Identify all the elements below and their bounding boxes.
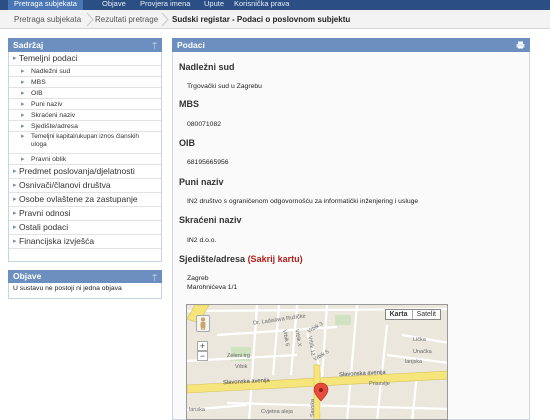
location-map[interactable]: + − Karta Satelit Dr. Ladislava Ružičke … <box>186 304 448 420</box>
arrow-right-icon: ▸ <box>13 224 17 231</box>
map-label: lanjska <box>405 359 423 365</box>
sidebar-item-label: Predmet poslovanja/djelatnosti <box>19 166 135 176</box>
arrow-right-icon: ▸ <box>21 68 25 75</box>
map-label: lanska <box>189 407 205 413</box>
sidebar-item-label: Skraćeni naziv <box>31 112 76 119</box>
sjediste-label-text: Sjedište/adresa <box>179 254 246 264</box>
sidebar-subitem-sjediste[interactable]: ▸ Sjedište/adresa <box>9 121 161 132</box>
arrow-right-icon: ▸ <box>13 196 17 203</box>
tab-korisnicka-prava[interactable]: Korisnička prava <box>228 0 295 10</box>
sidebar-item-financijska-izvjesca[interactable]: ▸ Financijska izvješća <box>9 235 161 249</box>
sidebar-subitem-nadlezni-sud[interactable]: ▸ Nadležni sud <box>9 66 161 77</box>
street-view-pegman-icon[interactable] <box>196 315 210 332</box>
field-label-mbs: MBS <box>179 99 199 109</box>
sidebar-item-label: Puni naziv <box>31 101 63 108</box>
arrow-right-icon: ▸ <box>21 79 25 86</box>
map-label: Unačka <box>413 349 432 355</box>
map-type-map-button[interactable]: Karta <box>385 310 413 319</box>
sidebar-item-label: Temeljni podaci <box>19 53 78 63</box>
field-value-oib: 68195665956 <box>187 159 229 166</box>
map-type-control: Karta Satelit <box>384 309 441 320</box>
breadcrumb-current: Sudski registar - Podaci o poslovnom sub… <box>172 15 351 24</box>
address-city: Zagreb <box>187 275 209 282</box>
sidebar-item-temeljni-podaci[interactable]: ▸ Temeljni podaci <box>9 52 161 66</box>
sidebar-title: Sadržaj <box>13 40 44 50</box>
map-label: Cvjetna aleja <box>261 409 293 415</box>
objave-panel: U sustavu ne postoji ni jedna objava <box>8 283 162 299</box>
arrow-right-icon: ▸ <box>21 112 25 119</box>
field-value-nadlezni-sud: Trgovački sud u Zagrebu <box>187 83 262 90</box>
sidebar-item-label: Osnivači/članovi društva <box>19 180 111 190</box>
arrow-right-icon: ▸ <box>13 210 17 217</box>
arrow-right-icon: ▸ <box>13 182 17 189</box>
field-value-skraceni-naziv: IN2 d.o.o. <box>187 237 217 244</box>
field-label-nadlezni-sud: Nadležni sud <box>179 62 235 72</box>
breadcrumb-item-pretraga[interactable]: Pretraga subjekata <box>14 10 81 29</box>
sidebar-contents: ▸ Temeljni podaci ▸ Nadležni sud ▸ MBS ▸ OIB… <box>8 52 162 262</box>
sidebar-item-label: Pravni odnosi <box>19 208 71 218</box>
sidebar-header: Sadržaj ⍑ <box>8 38 162 52</box>
address-street: Marohnićeva 1/1 <box>187 284 238 291</box>
sidebar-item-label: Temeljni kapital/ukupan iznos članskih u… <box>31 133 139 148</box>
map-label: Lička <box>413 337 426 343</box>
arrow-right-icon: ▸ <box>21 123 25 130</box>
field-label-oib: OIB <box>179 138 196 148</box>
sidebar-subitem-temeljni-kapital[interactable]: ▸ Temeljni kapital/ukupan iznos članskih … <box>9 132 161 154</box>
objave-header: Objave ⍑ <box>8 270 162 283</box>
map-label: Prisavlje <box>369 381 390 387</box>
arrow-right-icon: ▸ <box>21 156 25 163</box>
map-label: Vrbik <box>235 364 248 370</box>
field-label-skraceni-naziv: Skraćeni naziv <box>179 215 242 225</box>
field-label-sjediste: Sjedište/adresa (Sakrij kartu) <box>179 254 303 264</box>
sidebar-subitem-skraceni-naziv[interactable]: ▸ Skraćeni naziv <box>9 110 161 121</box>
hide-map-link[interactable]: (Sakrij kartu) <box>248 254 303 264</box>
map-type-satellite-button[interactable]: Satelit <box>412 310 440 319</box>
map-label: Savska <box>310 398 317 418</box>
sidebar-item-pravni-odnosi[interactable]: ▸ Pravni odnosi <box>9 207 161 221</box>
field-value-puni-naziv: IN2 društvo s ograničenom odgovornošću z… <box>187 198 419 205</box>
arrow-right-icon: ▸ <box>13 168 17 175</box>
arrow-right-icon: ▸ <box>13 238 17 245</box>
tab-objave[interactable]: Objave <box>96 0 132 10</box>
top-navigation: Pretraga subjekata Objave Provjera imena… <box>0 0 550 10</box>
arrow-right-icon: ▸ <box>13 55 17 62</box>
tab-provjera-imena[interactable]: Provjera imena <box>134 0 196 10</box>
sidebar-item-label: Nadležni sud <box>31 68 71 75</box>
sidebar-item-osnivaci[interactable]: ▸ Osnivači/članovi društva <box>9 179 161 193</box>
objave-title: Objave <box>13 271 42 281</box>
field-label-puni-naziv: Puni naziv <box>179 177 224 187</box>
sidebar-subitem-oib[interactable]: ▸ OIB <box>9 88 161 99</box>
sidebar-item-osobe-ovlastene[interactable]: ▸ Osobe ovlaštene za zastupanje <box>9 193 161 207</box>
breadcrumb-separator-icon <box>161 13 169 26</box>
sidebar-item-label: Sjedište/adresa <box>31 123 78 130</box>
breadcrumb: Pretraga subjekata Rezultati pretrage Su… <box>0 10 550 29</box>
sidebar-item-label: MBS <box>31 79 46 86</box>
sidebar-item-label: Pravni oblik <box>31 156 67 163</box>
sidebar-subitem-mbs[interactable]: ▸ MBS <box>9 77 161 88</box>
map-label: Zeleni trg <box>227 353 250 359</box>
sidebar-item-label: Osobe ovlaštene za zastupanje <box>19 194 138 204</box>
main-header: Podaci <box>172 38 530 52</box>
arrow-right-icon: ▸ <box>21 90 25 97</box>
sidebar-item-label: Financijska izvješća <box>19 236 95 246</box>
objave-empty-text: U sustavu ne postoji ni jedna objava <box>13 285 122 292</box>
sidebar-subitem-pravni-oblik[interactable]: ▸ Pravni oblik <box>9 154 161 165</box>
main-title: Podaci <box>177 40 205 50</box>
sidebar-item-label: Ostali podaci <box>19 222 69 232</box>
zoom-out-button[interactable]: − <box>197 351 208 361</box>
arrow-right-icon: ▸ <box>21 101 25 108</box>
sidebar-subitem-puni-naziv[interactable]: ▸ Puni naziv <box>9 99 161 110</box>
tab-upute[interactable]: Upute <box>198 0 230 10</box>
breadcrumb-separator-icon <box>86 13 94 26</box>
breadcrumb-item-rezultati[interactable]: Rezultati pretrage <box>95 10 158 29</box>
sidebar-item-label: OIB <box>31 90 43 97</box>
sidebar-item-ostali-podaci[interactable]: ▸ Ostali podaci <box>9 221 161 235</box>
arrow-right-icon: ▸ <box>21 133 25 140</box>
zoom-in-button[interactable]: + <box>197 341 208 351</box>
tab-pretraga-subjekata[interactable]: Pretraga subjekata <box>8 0 83 10</box>
field-value-mbs: 080071082 <box>187 121 222 128</box>
sidebar-item-predmet-poslovanja[interactable]: ▸ Predmet poslovanja/djelatnosti <box>9 165 161 179</box>
